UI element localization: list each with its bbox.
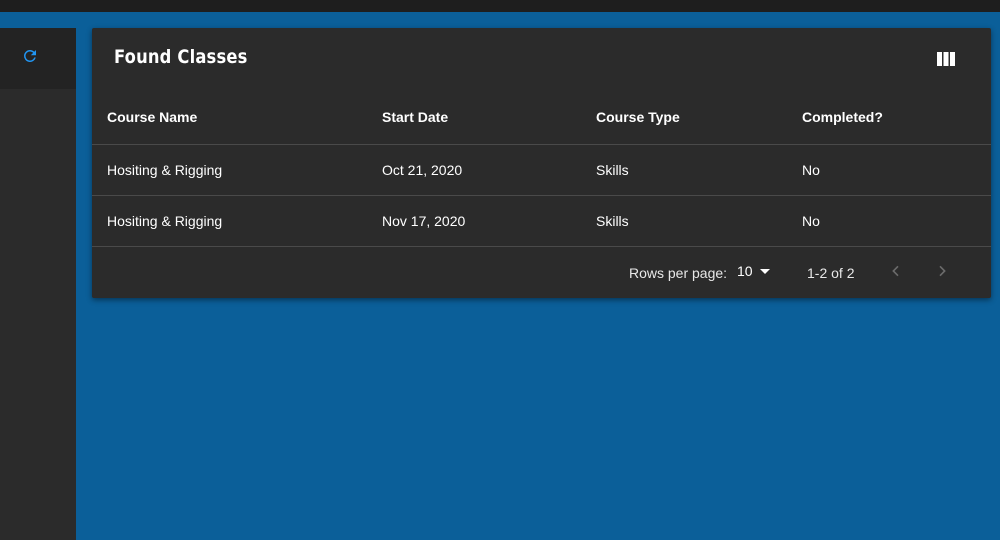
- arrow-drop-down-icon: [759, 268, 770, 274]
- cell-completed: No: [802, 195, 991, 247]
- rows-per-page-select[interactable]: 10: [737, 263, 770, 279]
- cell-course-name: Hositing & Rigging: [92, 144, 382, 196]
- header-completed[interactable]: Completed?: [802, 90, 991, 145]
- table-row[interactable]: Hositing & Rigging Nov 17, 2020 Skills N…: [92, 195, 991, 247]
- pagination-range: 1-2 of 2: [807, 265, 855, 281]
- rows-per-page-label: Rows per page:: [629, 265, 728, 281]
- table-header-row: Course Name Start Date Course Type Compl…: [92, 90, 991, 145]
- cell-start-date: Oct 21, 2020: [382, 144, 596, 196]
- top-app-bar: [0, 0, 1000, 12]
- cell-course-type: Skills: [596, 144, 802, 196]
- rows-per-page-value: 10: [737, 263, 753, 279]
- table-row[interactable]: Hositing & Rigging Oct 21, 2020 Skills N…: [92, 144, 991, 196]
- cell-completed: No: [802, 144, 991, 196]
- table-pagination: Rows per page: 10 1-2 of 2: [92, 248, 991, 298]
- refresh-button[interactable]: [16, 45, 44, 73]
- chevron-left-icon: [888, 263, 904, 282]
- next-page-button[interactable]: [930, 260, 954, 284]
- refresh-icon: [21, 47, 39, 70]
- view-columns-button[interactable]: [937, 52, 955, 66]
- found-classes-card: Found Classes Course Name Start Date Cou…: [92, 28, 991, 298]
- sidebar-header: [0, 28, 76, 89]
- chevron-right-icon: [934, 263, 950, 282]
- classes-table: Course Name Start Date Course Type Compl…: [92, 90, 991, 247]
- sidebar: [0, 28, 76, 540]
- previous-page-button[interactable]: [884, 260, 908, 284]
- header-course-type[interactable]: Course Type: [596, 90, 802, 145]
- cell-course-name: Hositing & Rigging: [92, 195, 382, 247]
- header-course-name[interactable]: Course Name: [92, 90, 382, 145]
- header-start-date[interactable]: Start Date: [382, 90, 596, 145]
- card-title: Found Classes: [114, 46, 248, 68]
- view-column-icon: [937, 52, 955, 70]
- cell-course-type: Skills: [596, 195, 802, 247]
- cell-start-date: Nov 17, 2020: [382, 195, 596, 247]
